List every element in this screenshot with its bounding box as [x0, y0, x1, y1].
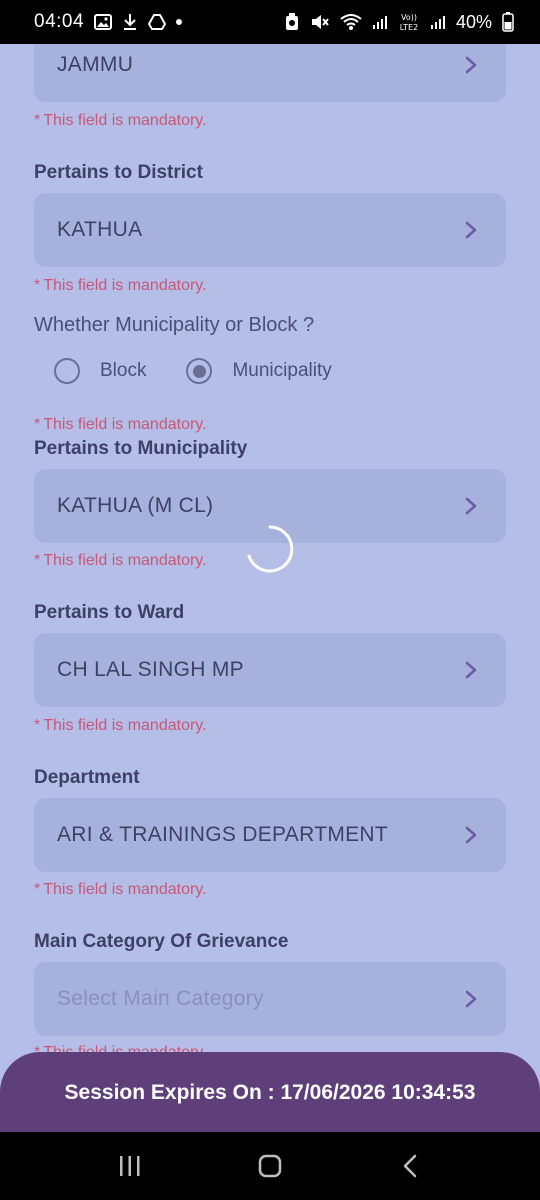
chevron-right-icon: [462, 221, 480, 239]
radio-unchecked-icon: [54, 358, 80, 384]
chevron-right-icon: [462, 56, 480, 74]
radio-block[interactable]: Block: [54, 358, 146, 384]
download-icon: [122, 12, 138, 32]
municipality-mandatory-note: * This field is mandatory.: [34, 552, 207, 569]
district-select[interactable]: KATHUA: [34, 193, 506, 267]
radio-checked-icon: [186, 358, 213, 384]
department-label: Department: [34, 767, 140, 788]
signal-icon-2: [430, 12, 446, 32]
svg-text:LTE2: LTE2: [400, 23, 418, 32]
division-value: JAMMU: [57, 53, 134, 76]
municipality-label: Pertains to Municipality: [34, 438, 248, 459]
recycle-icon: [284, 12, 300, 32]
chevron-right-icon: [462, 990, 480, 1008]
chevron-right-icon: [462, 497, 480, 515]
muni-or-block-question: Whether Municipality or Block ?: [34, 314, 315, 336]
chevron-right-icon: [462, 826, 480, 844]
status-time: 04:04: [34, 11, 85, 32]
recents-icon[interactable]: [110, 1146, 150, 1186]
status-bar: 04:04 Vo)) LTE2 40%: [0, 0, 540, 44]
signal-icon: [372, 12, 388, 32]
district-value: KATHUA: [57, 218, 143, 241]
department-mandatory-note: * This field is mandatory.: [34, 881, 207, 898]
notification-dot: [176, 19, 183, 25]
ward-select[interactable]: CH LAL SINGH MP: [34, 633, 506, 707]
main-category-placeholder: Select Main Category: [57, 987, 264, 1010]
division-mandatory-note: * This field is mandatory.: [34, 112, 207, 129]
ward-label: Pertains to Ward: [34, 602, 185, 623]
muni-or-block-mandatory-note: * This field is mandatory.: [34, 416, 207, 433]
system-nav-bar: [0, 1132, 540, 1200]
department-select[interactable]: ARI & TRAININGS DEPARTMENT: [34, 798, 506, 872]
ward-value: CH LAL SINGH MP: [57, 658, 244, 681]
home-icon[interactable]: [250, 1146, 290, 1186]
battery-icon: [502, 12, 514, 32]
department-value: ARI & TRAININGS DEPARTMENT: [57, 823, 389, 846]
drive-icon: [148, 12, 167, 32]
svg-text:Vo)): Vo)): [401, 13, 417, 22]
district-label: Pertains to District: [34, 162, 203, 183]
radio-municipality[interactable]: Municipality: [186, 358, 332, 384]
municipality-value: KATHUA (M CL): [57, 494, 214, 517]
mute-icon: [310, 12, 330, 32]
main-category-select[interactable]: Select Main Category: [34, 962, 506, 1036]
back-icon[interactable]: [390, 1146, 430, 1186]
session-expiry-banner: Session Expires On : 17/06/2026 10:34:53: [0, 1052, 540, 1134]
wifi-icon: [340, 12, 362, 32]
main-category-label: Main Category Of Grievance: [34, 931, 289, 952]
district-mandatory-note: * This field is mandatory.: [34, 277, 207, 294]
volte-icon: Vo)) LTE2: [398, 12, 420, 32]
image-icon: [94, 12, 113, 32]
chevron-right-icon: [462, 661, 480, 679]
battery-percent: 40%: [455, 11, 492, 32]
division-select[interactable]: JAMMU: [34, 44, 506, 102]
muni-or-block-radio-group: Block Municipality: [54, 358, 372, 384]
loading-spinner-icon: [245, 524, 295, 574]
session-expiry-text: Session Expires On : 17/06/2026 10:34:53: [64, 1081, 476, 1104]
ward-mandatory-note: * This field is mandatory.: [34, 717, 207, 734]
